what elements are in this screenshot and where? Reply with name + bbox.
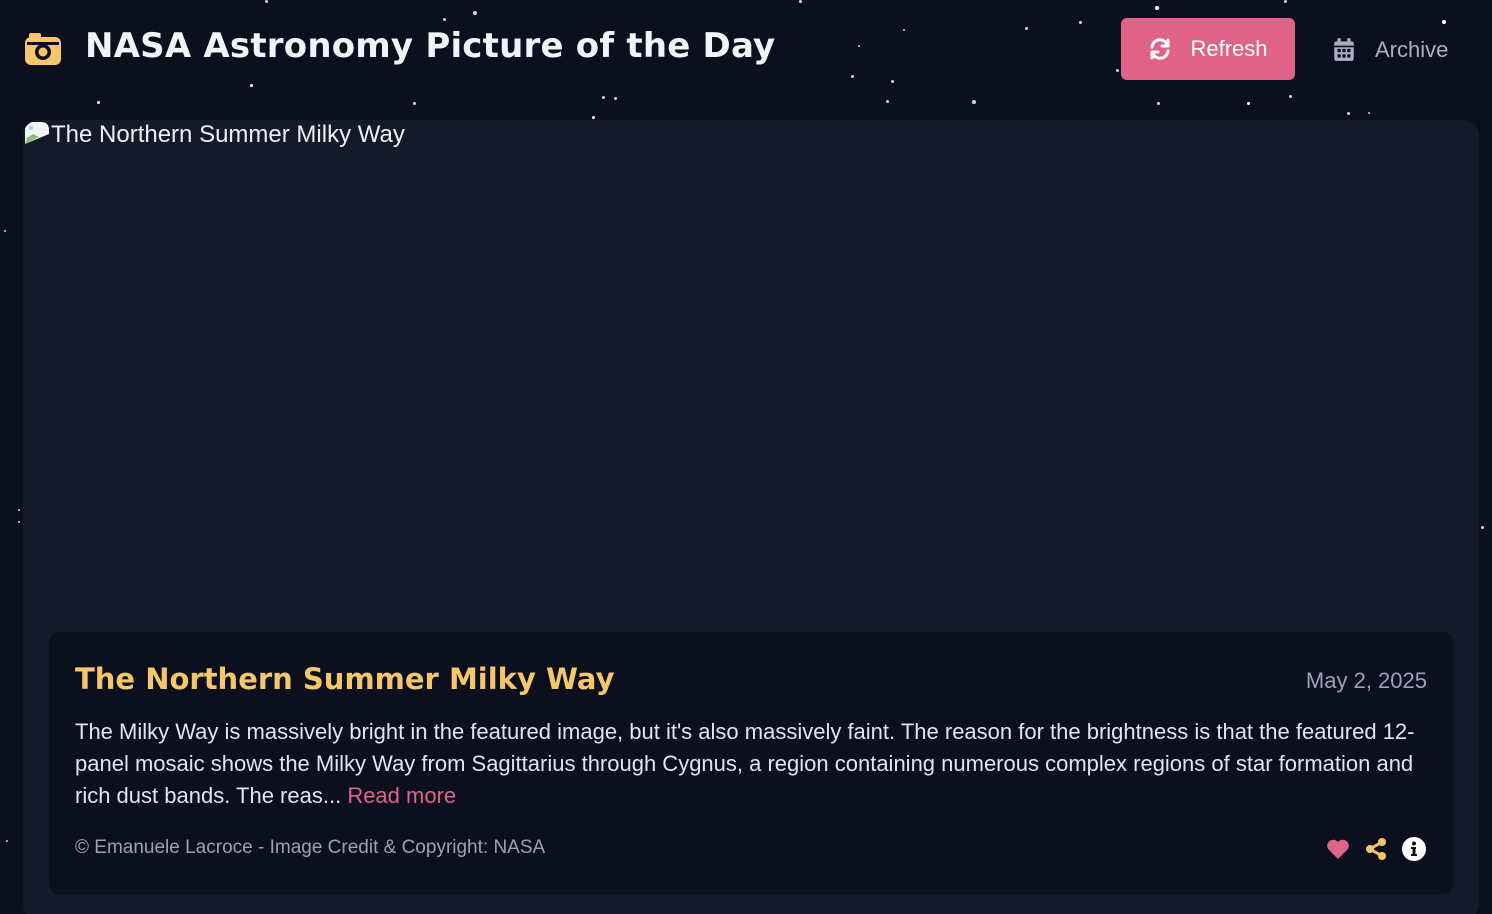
star <box>1347 112 1350 115</box>
camera-icon <box>25 33 61 65</box>
calendar-icon <box>1334 38 1354 61</box>
star <box>97 101 100 104</box>
apod-image[interactable]: The Northern Summer Milky Way <box>23 120 405 150</box>
photo-description: The Milky Way is massively bright in the… <box>75 716 1435 812</box>
archive-label: Archive <box>1375 37 1449 62</box>
image-alt-text: The Northern Summer Milky Way <box>51 121 405 148</box>
action-bar <box>1325 836 1427 862</box>
star <box>1368 112 1370 114</box>
star <box>972 100 976 104</box>
app-header: NASA Astronomy Picture of the Day Refres… <box>0 0 1492 100</box>
refresh-icon <box>1150 38 1170 60</box>
photo-credit: © Emanuele Lacroce - Image Credit & Copy… <box>75 837 546 858</box>
star <box>1247 102 1250 105</box>
star <box>6 840 8 842</box>
share-icon[interactable] <box>1363 836 1389 862</box>
star <box>592 116 595 119</box>
info-icon[interactable] <box>1401 836 1427 862</box>
read-more-link[interactable]: Read more <box>347 783 456 808</box>
archive-button[interactable]: Archive <box>1331 30 1448 70</box>
photo-title: The Northern Summer Milky Way <box>75 662 615 696</box>
star <box>4 230 6 232</box>
description-text: The Milky Way is massively bright in the… <box>75 719 1415 808</box>
star <box>18 509 20 511</box>
star <box>1157 102 1160 105</box>
star <box>1481 526 1484 529</box>
star <box>886 100 889 103</box>
refresh-label: Refresh <box>1190 36 1268 61</box>
broken-image-icon <box>25 122 49 144</box>
star <box>413 102 416 105</box>
apod-card: The Northern Summer Milky Way The Northe… <box>23 120 1479 914</box>
app-title: NASA Astronomy Picture of the Day <box>85 26 776 66</box>
star <box>18 521 20 523</box>
heart-icon[interactable] <box>1325 836 1351 862</box>
refresh-button[interactable]: Refresh <box>1121 18 1295 80</box>
photo-date: May 2, 2025 <box>1305 668 1427 693</box>
info-panel: The Northern Summer Milky Way May 2, 202… <box>49 632 1453 894</box>
